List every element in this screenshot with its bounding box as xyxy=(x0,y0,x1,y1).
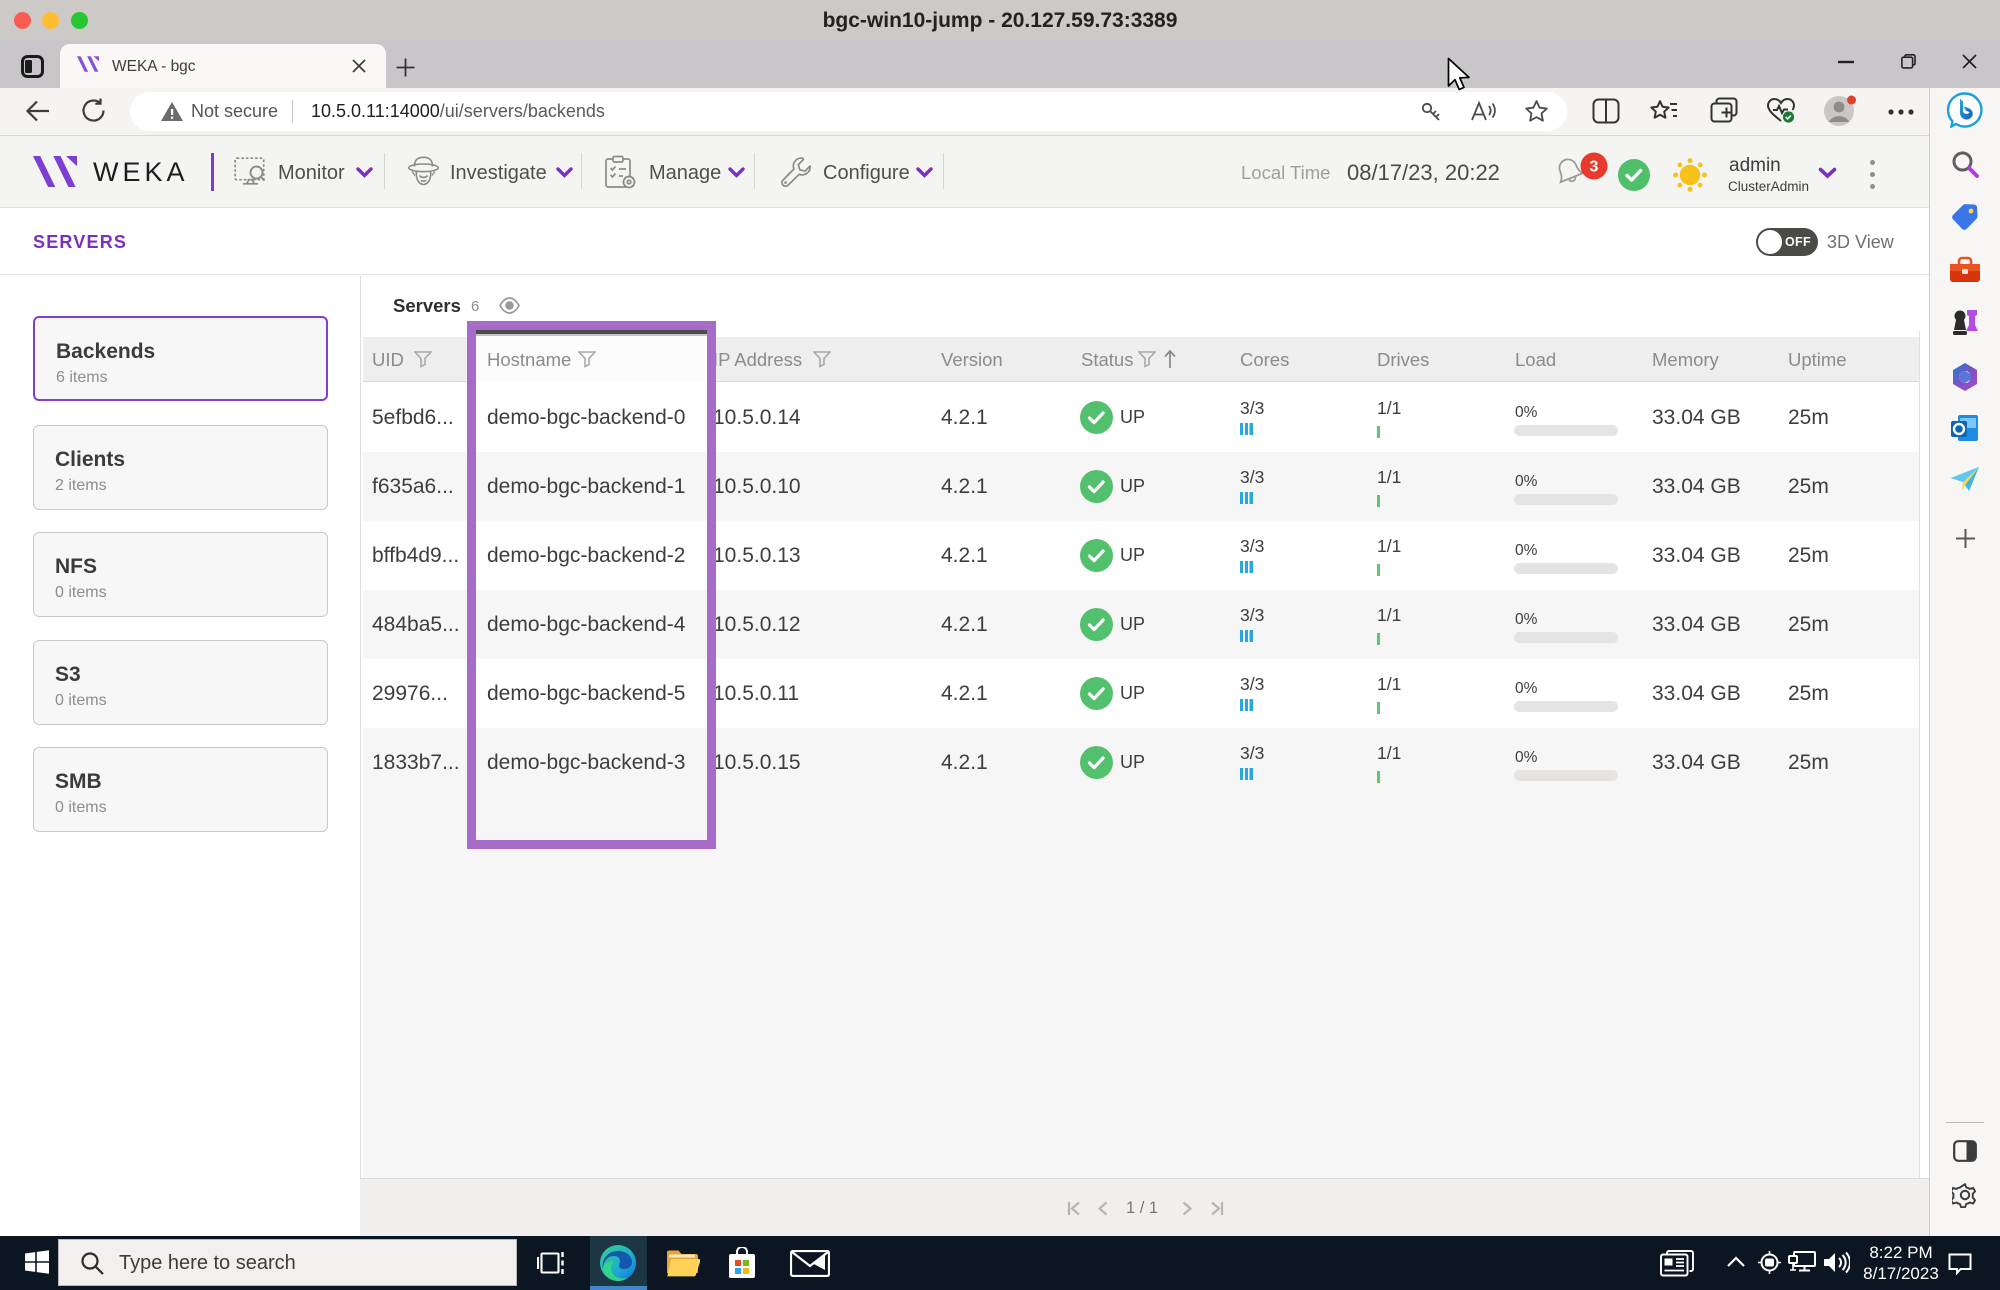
svg-text:3: 3 xyxy=(1590,159,1599,176)
